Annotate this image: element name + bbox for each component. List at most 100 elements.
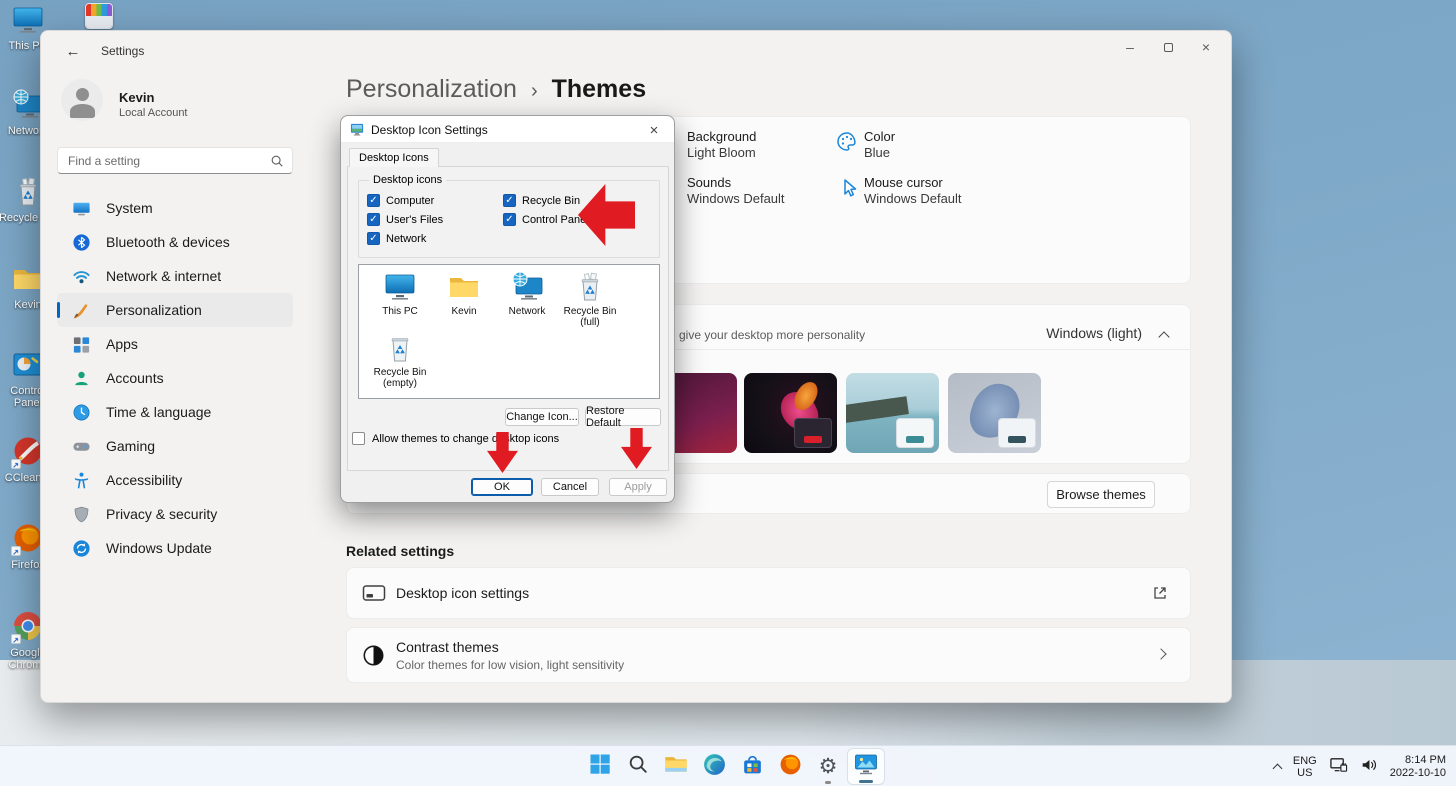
theme-thumbnail-4[interactable] [948, 373, 1041, 453]
group-label: Desktop icons [369, 174, 446, 186]
check-icon: ✓ [369, 195, 377, 206]
sidebar-item-privacy-security[interactable]: Privacy & security [57, 497, 293, 531]
checkbox-checked-icon: ✓ [503, 213, 516, 226]
search-icon[interactable] [270, 154, 284, 173]
theme-prop-sounds: Sounds Windows Default [687, 175, 785, 207]
gear-icon: ⚙ [819, 756, 838, 777]
sidebar-item-label: Apps [106, 336, 138, 352]
sidebar-item-gaming[interactable]: Gaming [57, 429, 293, 463]
tab-desktop-icons[interactable]: Desktop Icons [349, 148, 439, 167]
back-button[interactable]: ← [59, 39, 87, 63]
screen: This PC Network Recycle Bin Kevin Contro… [0, 0, 1456, 786]
apps-grid-icon [71, 334, 91, 354]
contrast-themes-row[interactable]: Contrast themes Color themes for low vis… [346, 627, 1191, 683]
contrast-icon [362, 644, 385, 672]
sidebar-item-accessibility[interactable]: Accessibility [57, 463, 293, 497]
language-indicator[interactable]: ENG US [1293, 755, 1317, 779]
edge-button[interactable] [695, 748, 733, 785]
sidebar-item-network-internet[interactable]: Network & internet [57, 259, 293, 293]
dialog-title: Desktop Icon Settings [371, 123, 488, 137]
ok-button[interactable]: OK [471, 478, 533, 496]
list-icon-label: Kevin [435, 306, 493, 317]
start-button[interactable] [581, 748, 619, 785]
apply-button[interactable]: Apply [609, 478, 667, 496]
network-icon [510, 270, 544, 304]
row-subtitle: Color themes for low vision, light sensi… [396, 658, 624, 672]
close-button[interactable]: × [1187, 35, 1225, 59]
checkbox-computer[interactable]: ✓ Computer [367, 194, 434, 207]
check-icon: ✓ [369, 214, 377, 225]
button-label: OK [494, 481, 510, 493]
microsoft-store-button[interactable] [733, 748, 771, 785]
maximize-icon [1164, 43, 1173, 52]
sidebar-item-system[interactable]: System [57, 191, 293, 225]
theme-caption: give your desktop more personality [679, 328, 865, 342]
sidebar-item-time-language[interactable]: Time & language [57, 395, 293, 429]
icon-preview-list[interactable]: This PC Kevin Network [358, 264, 660, 399]
theme-prop-background: Background Light Bloom [687, 129, 756, 161]
cancel-button[interactable]: Cancel [541, 478, 599, 496]
allow-themes-checkbox[interactable]: Allow themes to change desktop icons [352, 432, 559, 445]
button-label: Restore Default [586, 405, 660, 429]
checkbox-label: Recycle Bin [522, 195, 580, 207]
checkbox-checked-icon: ✓ [503, 194, 516, 207]
search-icon [627, 753, 649, 780]
prop-value: Windows Default [864, 191, 962, 207]
theme-prop-color: Color Blue [864, 129, 895, 161]
desktop-shortcut-icon[interactable] [85, 3, 113, 29]
chevron-right-icon [1155, 648, 1166, 659]
account-name: Kevin [119, 90, 154, 105]
list-icon-label: Recycle Bin (empty) [371, 367, 429, 389]
network-tray-icon[interactable] [1329, 756, 1348, 777]
checkbox-control-panel[interactable]: ✓ Control Panel [503, 213, 589, 226]
minimize-button[interactable]: – [1111, 35, 1149, 59]
change-icon-button[interactable]: Change Icon... [505, 408, 579, 426]
checkbox-network[interactable]: ✓ Network [367, 232, 426, 245]
prop-value: Windows Default [687, 191, 785, 207]
list-icon-network[interactable]: Network [498, 270, 556, 317]
checkbox-recycle-bin[interactable]: ✓ Recycle Bin [503, 194, 580, 207]
clock-icon [71, 402, 91, 422]
sidebar-item-label: Accessibility [106, 472, 182, 488]
list-icon-this-pc[interactable]: This PC [371, 270, 429, 317]
palette-icon [835, 130, 859, 159]
checkbox-users-files[interactable]: ✓ User's Files [367, 213, 443, 226]
close-icon: × [650, 122, 659, 139]
volume-icon[interactable] [1360, 756, 1378, 777]
sidebar-item-label: Time & language [106, 404, 211, 420]
tray-chevron-up-icon[interactable] [1272, 763, 1282, 773]
dialog-close-button[interactable]: × [644, 120, 664, 140]
list-icon-label: This PC [371, 306, 429, 317]
avatar[interactable] [61, 79, 103, 121]
chevron-up-icon[interactable] [1158, 331, 1169, 342]
desktop-icon-settings-row[interactable]: Desktop icon settings [346, 567, 1191, 619]
sidebar-item-bluetooth-devices[interactable]: Bluetooth & devices [57, 225, 293, 259]
window-titlebar: ← Settings [59, 39, 144, 63]
firefox-button[interactable] [771, 748, 809, 785]
search-input[interactable] [68, 149, 263, 172]
active-app-button[interactable] [847, 748, 885, 785]
sidebar-item-label: System [106, 200, 153, 216]
breadcrumb-parent[interactable]: Personalization [346, 75, 517, 104]
sidebar-item-apps[interactable]: Apps [57, 327, 293, 361]
restore-default-button[interactable]: Restore Default [585, 408, 661, 426]
list-icon-recycle-bin-full[interactable]: Recycle Bin (full) [561, 270, 619, 328]
theme-thumbnail-3[interactable] [846, 373, 939, 453]
button-label: Cancel [553, 481, 587, 493]
taskbar-icons: ⚙ [581, 748, 885, 785]
prop-value: Blue [864, 145, 895, 161]
sidebar-item-accounts[interactable]: Accounts [57, 361, 293, 395]
taskbar-search-button[interactable] [619, 748, 657, 785]
clock[interactable]: 8:14 PM 2022-10-10 [1390, 754, 1446, 780]
list-icon-kevin[interactable]: Kevin [435, 270, 493, 317]
check-icon: ✓ [505, 214, 513, 225]
theme-thumbnail-2[interactable] [744, 373, 837, 453]
file-explorer-button[interactable] [657, 748, 695, 785]
sidebar-item-label: Windows Update [106, 540, 212, 556]
maximize-button[interactable] [1149, 35, 1187, 59]
sidebar-item-personalization[interactable]: Personalization [57, 293, 293, 327]
browse-themes-button[interactable]: Browse themes [1047, 481, 1155, 508]
sidebar-item-windows-update[interactable]: Windows Update [57, 531, 293, 565]
list-icon-recycle-bin-empty[interactable]: Recycle Bin (empty) [371, 331, 429, 389]
settings-gear-button[interactable]: ⚙ [809, 748, 847, 785]
